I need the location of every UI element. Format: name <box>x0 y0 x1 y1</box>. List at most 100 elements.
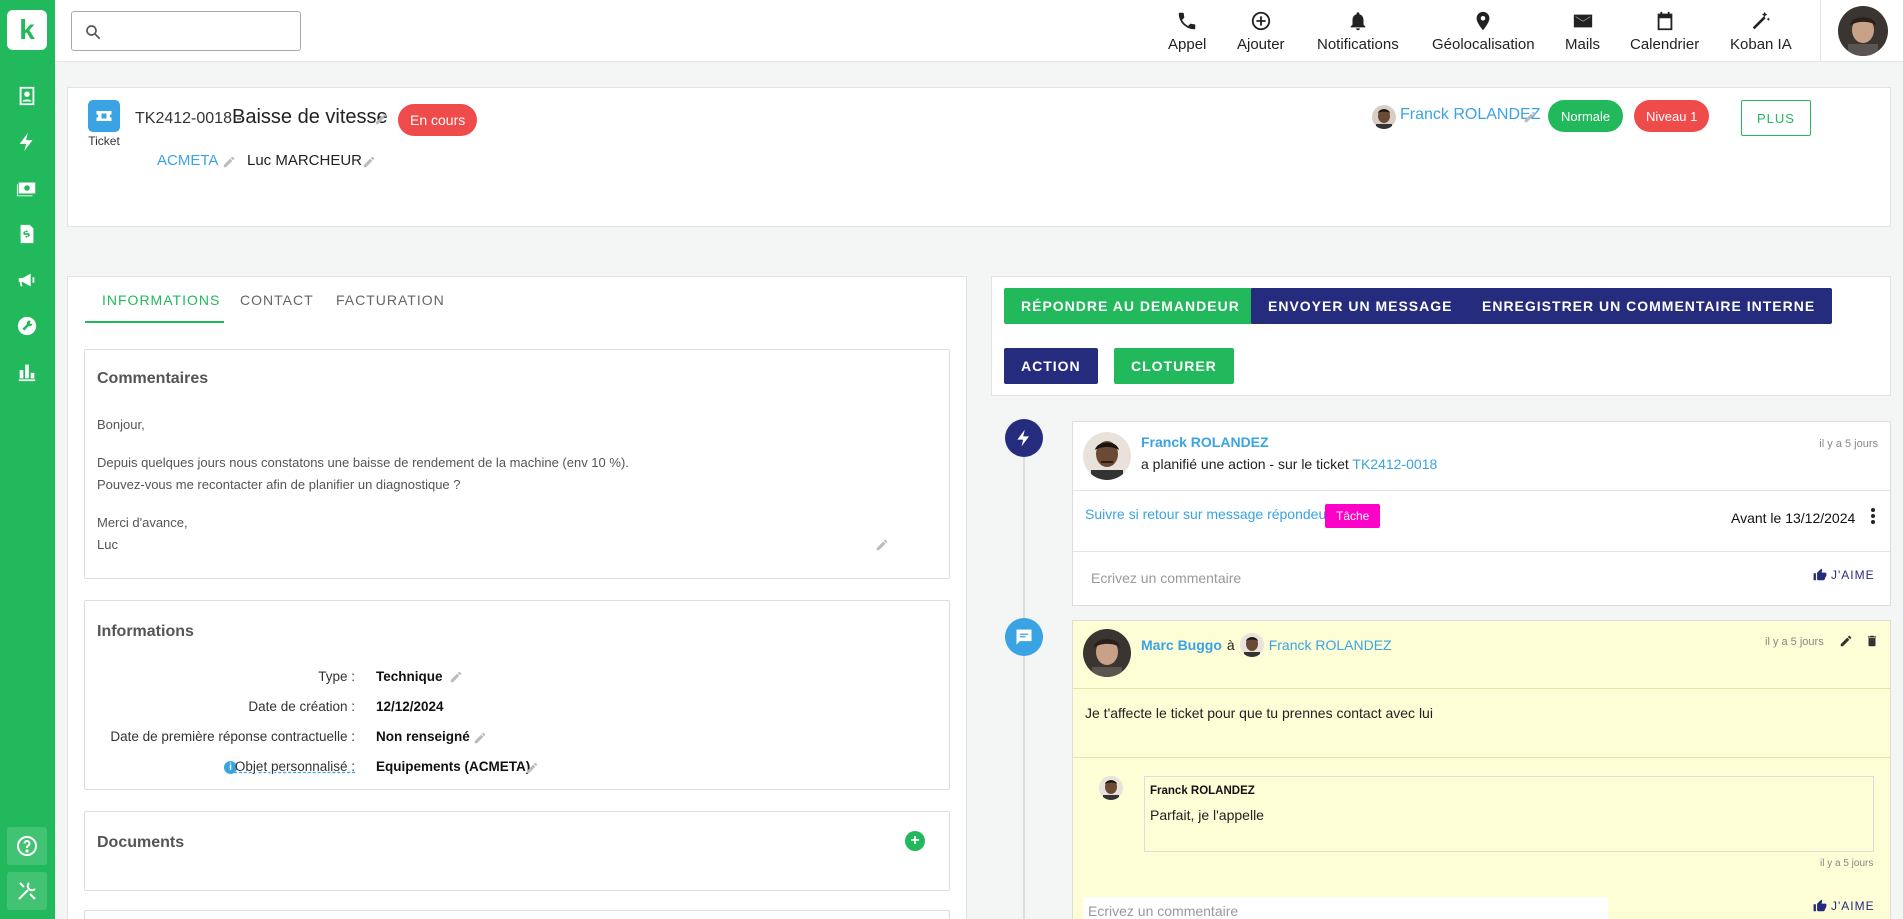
divider <box>1073 688 1890 689</box>
nav-calendrier[interactable]: Calendrier <box>1630 10 1699 58</box>
location-pin-icon <box>1476 11 1490 31</box>
timeline-entry-action: Franck ROLANDEZ a planifié une action - … <box>1072 421 1891 606</box>
timeline-line <box>1023 420 1025 919</box>
reply-time: il y a 5 jours <box>1820 858 1874 869</box>
info-label: Date de création : <box>248 699 355 714</box>
edit-contact-icon[interactable] <box>362 155 376 169</box>
contact-name[interactable]: Luc MARCHEUR <box>247 152 362 169</box>
like-button[interactable]: J'AIME <box>1813 899 1875 913</box>
divider <box>1073 757 1890 758</box>
lightning-icon[interactable] <box>13 128 41 156</box>
add-circle-icon <box>1251 11 1270 31</box>
nav-mails[interactable]: Mails <box>1565 10 1600 58</box>
phone-icon <box>1178 12 1196 30</box>
nav-label: Notifications <box>1317 36 1399 53</box>
thumbs-up-icon <box>1813 568 1827 581</box>
send-message-button[interactable]: ENVOYER UN MESSAGE <box>1251 288 1470 324</box>
wrench-icon[interactable] <box>13 312 41 340</box>
message-text: Je t'affecte le ticket pour que tu prenn… <box>1085 705 1433 721</box>
ticket-link[interactable]: TK2412-0018 <box>1352 456 1437 472</box>
divider <box>1073 551 1890 552</box>
nav-koban-ia[interactable]: Koban IA <box>1730 10 1792 58</box>
search-input[interactable] <box>112 20 292 42</box>
close-ticket-button[interactable]: CLOTURER <box>1114 348 1234 384</box>
money-icon[interactable] <box>13 174 41 202</box>
tab-contact[interactable]: CONTACT <box>240 292 314 308</box>
search-box[interactable] <box>71 11 301 51</box>
comment-field[interactable]: Ecrivez un commentaire <box>1083 897 1608 919</box>
edit-object-icon[interactable] <box>525 761 539 775</box>
nav-label: Mails <box>1565 36 1601 53</box>
next-section <box>84 910 950 919</box>
level-badge[interactable]: Niveau 1 <box>1634 100 1710 132</box>
nav-label: Calendrier <box>1630 36 1700 53</box>
like-label: J'AIME <box>1831 899 1875 913</box>
task-due-date: Avant le 13/12/2024 <box>1731 510 1856 526</box>
recipient-name[interactable]: Franck ROLANDEZ <box>1269 637 1392 653</box>
action-button[interactable]: ACTION <box>1004 348 1098 384</box>
edit-response-date-icon[interactable] <box>473 731 487 745</box>
edit-owner-icon[interactable] <box>1523 110 1537 124</box>
internal-comment-button[interactable]: ENREGISTRER UN COMMENTAIRE INTERNE <box>1465 288 1833 324</box>
tab-facturation[interactable]: FACTURATION <box>336 292 445 308</box>
owner-name[interactable]: Franck ROLANDEZ <box>1400 106 1540 124</box>
lightning-icon <box>1005 419 1043 457</box>
status-badge[interactable]: En cours <box>398 104 478 136</box>
app-logo[interactable]: k <box>7 10 47 50</box>
info-label[interactable]: Objet personnalisé : <box>85 759 355 774</box>
nav-geolocalisation[interactable]: Géolocalisation <box>1432 10 1535 58</box>
section-title: Informations <box>97 623 194 640</box>
delete-icon[interactable] <box>1865 634 1879 648</box>
nav-notifications[interactable]: Notifications <box>1317 10 1399 58</box>
help-icon[interactable] <box>7 827 47 865</box>
reply-text: Parfait, je l'appelle <box>1150 807 1264 823</box>
info-value: Equipements (ACMETA) <box>376 759 531 774</box>
edit-message-icon[interactable] <box>1839 634 1853 648</box>
user-avatar[interactable] <box>1838 6 1888 56</box>
nav-label: Appel <box>1168 36 1207 53</box>
edit-comment-icon[interactable] <box>875 538 889 552</box>
divider <box>1073 490 1890 491</box>
reply-author[interactable]: Franck ROLANDEZ <box>1150 785 1255 797</box>
reply-box: Franck ROLANDEZ Parfait, je l'appelle <box>1144 776 1874 852</box>
like-button[interactable]: J'AIME <box>1813 568 1875 582</box>
edit-type-icon[interactable] <box>449 670 463 684</box>
info-label: Date de première réponse contractuelle : <box>110 729 355 744</box>
nav-ajouter[interactable]: Ajouter <box>1237 10 1285 58</box>
task-title[interactable]: Suivre si retour sur message répondeur <box>1085 506 1331 522</box>
contacts-icon[interactable] <box>13 82 41 110</box>
divider <box>1820 0 1821 62</box>
more-button[interactable]: PLUS <box>1741 100 1811 136</box>
tab-informations[interactable]: INFORMATIONS <box>102 292 220 308</box>
edit-company-icon[interactable] <box>222 155 236 169</box>
task-badge: Tâche <box>1325 504 1381 528</box>
edit-title-icon[interactable] <box>374 112 388 126</box>
nav-appel[interactable]: Appel <box>1168 10 1206 58</box>
megaphone-icon[interactable] <box>13 266 41 294</box>
company-link[interactable]: ACMETA <box>157 152 218 169</box>
author-name[interactable]: Franck ROLANDEZ <box>1141 434 1269 450</box>
reply-requester-button[interactable]: RÉPONDRE AU DEMANDEUR <box>1004 288 1257 324</box>
add-document-icon[interactable]: + <box>905 831 925 851</box>
tools-icon[interactable] <box>7 872 47 910</box>
timeline-entry-message: Marc Buggo à Franck ROLANDEZ il y a 5 jo… <box>1072 620 1891 919</box>
comment-input[interactable]: Ecrivez un commentaire <box>1088 903 1238 919</box>
bar-chart-icon[interactable] <box>13 358 41 386</box>
magic-wand-icon <box>1752 11 1771 30</box>
invoice-icon[interactable] <box>13 220 41 248</box>
owner-avatar <box>1372 105 1396 129</box>
nav-label: Géolocalisation <box>1432 36 1535 53</box>
author-name[interactable]: Marc Buggo <box>1141 637 1222 653</box>
reply-author-avatar <box>1099 776 1123 800</box>
comment-line: Bonjour, <box>97 417 145 432</box>
chat-icon <box>1005 618 1043 656</box>
comment-line: Luc <box>97 537 118 552</box>
ticket-type-label: Ticket <box>88 134 120 148</box>
calendar-icon <box>1657 11 1672 31</box>
comment-line: Depuis quelques jours nous constatons un… <box>97 455 629 470</box>
entry-time: il y a 5 jours <box>1819 438 1878 450</box>
priority-badge[interactable]: Normale <box>1548 100 1624 132</box>
comment-input[interactable]: Ecrivez un commentaire <box>1091 570 1241 586</box>
more-vert-icon[interactable] <box>1865 506 1881 526</box>
ticket-reference: TK2412-0018 - <box>135 110 242 127</box>
